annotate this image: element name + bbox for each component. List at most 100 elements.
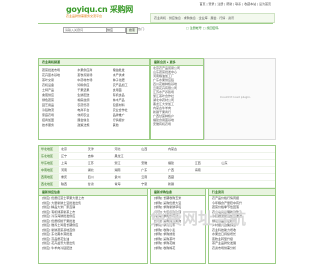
region-label: 华东地区 [39,160,59,166]
category-grid: 蔬菜批发市场 水果供应商 粮油批发花卉苗木基地 畜牧养殖场 水产供求茶叶交易 中药材市场种… [39,66,149,129]
province-link [222,174,249,180]
category-link[interactable]: 政策法规 [77,123,110,127]
province-link[interactable]: 宁夏 [141,181,168,187]
province-link[interactable]: 上海 [61,160,88,166]
member-link[interactable]: 安徽有机农场 [151,122,203,126]
category-link[interactable]: 花卉苗木基地 [42,73,75,77]
province-link[interactable]: 青海 [115,181,142,187]
category-link[interactable]: 茶叶交易 [42,78,75,82]
search-input[interactable] [63,27,107,33]
province-link[interactable]: 新疆 [168,181,195,187]
province-link[interactable]: 云南 [141,174,168,180]
region-cells: 北京 天津 河北 山西 内蒙古 [59,146,275,152]
region-cells: 陕西 甘肃 青海 宁夏 新疆 [59,181,275,187]
category-link[interactable]: 行情报价 [113,118,146,122]
category-link[interactable]: 农业合作社 [113,108,146,112]
buy-news-item[interactable]: [求购] 收购棉花 [151,246,205,251]
province-link[interactable]: 福建 [168,160,195,166]
category-link[interactable]: 品牌推广 [113,113,146,117]
flash-banner: Couldn't load plugin. [204,58,276,140]
province-link [248,146,275,152]
category-link[interactable]: 电商平台 [77,108,110,112]
supply-news-panel: 最新供应信息 [供应] 优质红富士苹果大量上市 [供应] 大量新鲜土豆批发出售 [供… [38,188,148,264]
logo-slogan: 农业品牌供需服务交流平台 [66,14,103,18]
province-link [248,181,275,187]
region-row: 西南地区 重庆 四川 贵州 云南 西藏 [39,174,275,181]
region-row: 东北地区 辽宁 吉林 黑龙江 [39,153,275,160]
province-link [222,153,249,159]
category-link[interactable]: 冷链物流 [42,108,75,112]
province-link[interactable]: 安徽 [141,160,168,166]
site-logo[interactable]: goyiqu.cn 采购网 农业品牌供需服务交流平台 [66,4,133,18]
member-list: 北京农产品贸易公司 山东蔬菜批发中心 河南粮油加工厂 广东水果供应链 四川花椒种植基地云… [151,66,203,126]
province-link[interactable]: 北京 [61,146,88,152]
category-link[interactable]: 休闲农业 [77,113,110,117]
province-link [141,153,168,159]
province-link [168,153,195,159]
province-link[interactable]: 江苏 [88,160,115,166]
province-link[interactable]: 山东 [222,160,249,166]
category-link[interactable]: 种子化肥 [113,78,146,82]
category-link[interactable]: 饲料供应 [77,83,110,87]
province-link[interactable]: 广西 [168,167,195,173]
category-link[interactable]: 生鲜配送 [77,93,110,97]
category-link[interactable]: 干果坚果 [77,88,110,92]
province-link[interactable]: 西藏 [168,174,195,180]
category-link[interactable]: 土特产品 [42,88,75,92]
search-hint: 热门: [138,27,146,31]
category-link[interactable]: 粮油批发 [113,68,146,72]
category-link[interactable]: 水果供应商 [77,68,110,72]
category-link[interactable]: 禽蛋供应 [42,93,75,97]
category-link[interactable]: 绿色蔬菜 [42,98,75,102]
category-link[interactable]: 技术服务 [42,123,75,127]
category-link[interactable]: 招商加盟 [42,118,75,122]
search-button[interactable]: 搜索 [126,27,138,34]
province-link[interactable]: 海南 [195,167,222,173]
category-link[interactable]: 林木产品 [113,98,146,102]
member-panel: 最新会员 ▸ 更多 北京农产品贸易公司 山东蔬菜批发中心 河南粮油加工厂 广东水果供应… [150,58,204,140]
province-link[interactable]: 四川 [88,174,115,180]
category-link[interactable]: 农机设备 [42,83,75,87]
category-link[interactable]: 园艺用品 [42,103,75,107]
search-type-select[interactable]: 供应 [106,27,126,33]
province-link[interactable]: 山西 [141,146,168,152]
member-panel-title[interactable]: 最新会员 ▸ 更多 [151,59,203,66]
category-link[interactable]: 有机食品 [113,93,146,97]
supply-news-item[interactable]: [供应] 牛羊肉冷链配送 [39,246,147,251]
province-link[interactable]: 湖北 [88,167,115,173]
province-link[interactable]: 甘肃 [88,181,115,187]
top-links[interactable]: 首页 | 登录 | 注册 | 帮助 | 联系 | 收藏本站 | 设为首页 [199,2,271,6]
region-label: 西南地区 [39,174,59,180]
province-link[interactable]: 江西 [195,160,222,166]
region-cells: 重庆 四川 贵州 云南 西藏 [59,174,275,180]
category-link[interactable]: 展会信息 [77,118,110,122]
province-link[interactable]: 贵州 [115,174,142,180]
category-link[interactable]: 农产品加工 [113,83,146,87]
category-link[interactable]: 水产供求 [113,73,146,77]
account-links[interactable]: □ 注册帐号 □ 找回密码 [186,26,219,30]
hot-nav[interactable]: 农业商机 · 供应信息 · 求购信息 · 企业库 · 展会 · 行情 · 资讯 [150,13,275,23]
category-link[interactable]: 食用菌 [113,88,146,92]
category-link[interactable]: 棉麻丝绸 [77,98,110,102]
region-label: 西北地区 [39,181,59,187]
province-link[interactable]: 辽宁 [61,153,88,159]
category-link[interactable]: 中药材市场 [77,78,110,82]
province-link[interactable]: 河北 [115,146,142,152]
province-link[interactable]: 天津 [88,146,115,152]
category-link[interactable]: 农药兽药 [77,103,110,107]
province-link[interactable]: 吉林 [88,153,115,159]
category-link[interactable]: 畜牧养殖场 [77,73,110,77]
category-link[interactable]: 包装材料 [113,103,146,107]
category-link[interactable]: 家庭农场 [42,113,75,117]
category-link[interactable]: 其他 [113,123,146,127]
industry-news-item[interactable]: 农资市场供需分析 [209,246,275,251]
province-link[interactable]: 黑龙江 [115,153,142,159]
province-link[interactable]: 湖南 [115,167,142,173]
province-link[interactable]: 陕西 [61,181,88,187]
province-link[interactable]: 广东 [141,167,168,173]
province-link[interactable]: 河南 [61,167,88,173]
province-link[interactable]: 内蒙古 [168,146,195,152]
category-link[interactable]: 蔬菜批发市场 [42,68,75,72]
province-link[interactable]: 浙江 [115,160,142,166]
province-link[interactable]: 重庆 [61,174,88,180]
